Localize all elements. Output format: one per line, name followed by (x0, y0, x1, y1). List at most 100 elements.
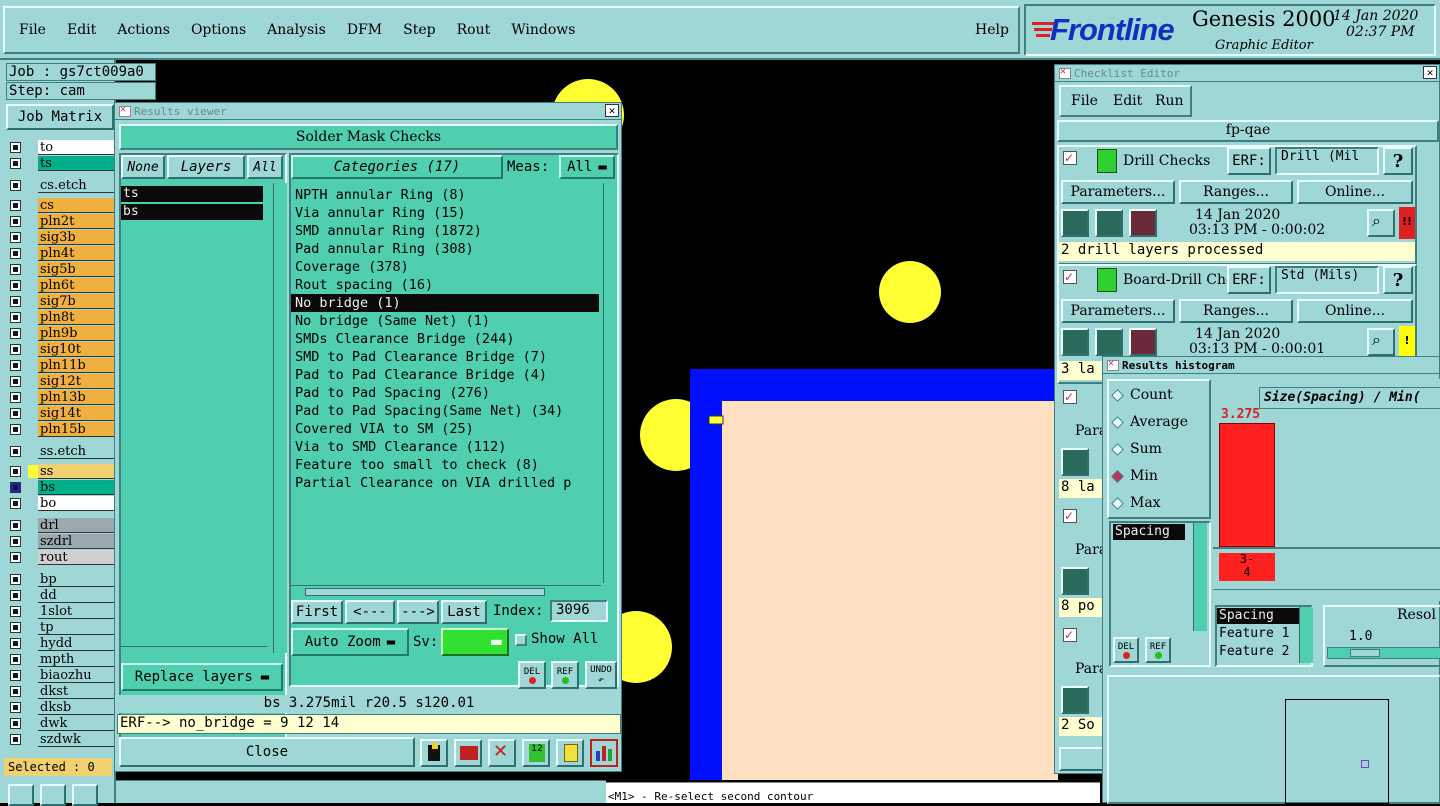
layer-checkbox[interactable] (10, 376, 21, 387)
ref-button[interactable]: REF (551, 661, 579, 689)
layer-name[interactable]: sig7b (38, 294, 114, 309)
category-item[interactable]: Via to SMD Clearance (112) (291, 438, 599, 456)
layer-checkbox[interactable] (10, 200, 21, 211)
layer-checkbox[interactable] (10, 344, 21, 355)
categories-scrollbar[interactable] (603, 183, 617, 583)
checklist-bottom-button[interactable] (1059, 747, 1107, 771)
histogram-hscrollbar[interactable] (1213, 589, 1440, 599)
layer-row[interactable]: dkst (4, 684, 114, 699)
layer-row[interactable]: dwk (4, 716, 114, 731)
category-item[interactable]: No bridge (Same Net) (1) (291, 312, 599, 330)
layer-row[interactable]: tp (4, 620, 114, 635)
mode-radio[interactable]: Sum (1111, 439, 1162, 459)
histogram-icon[interactable] (590, 739, 618, 767)
mode-radio[interactable]: Min (1111, 466, 1158, 486)
layer-name[interactable]: sig3b (38, 230, 114, 245)
measure-item[interactable]: Feature 2 (1217, 644, 1289, 659)
check-enabled-checkbox[interactable]: ✓ (1063, 390, 1077, 404)
layer-row[interactable]: biaozhu (4, 668, 114, 683)
layer-row[interactable]: ss (4, 464, 114, 479)
close-button[interactable]: Close (119, 737, 415, 767)
layer-name[interactable]: pln15b (38, 422, 114, 437)
layer-row[interactable]: pln13b (4, 390, 114, 405)
layer-checkbox[interactable] (10, 232, 21, 243)
layer-name[interactable]: sig12t (38, 374, 114, 389)
layer-checkbox[interactable] (10, 536, 21, 547)
help-button[interactable]: ? (1383, 147, 1413, 175)
help-button[interactable]: ? (1383, 266, 1413, 294)
ref-cross-icon[interactable]: ✕ (488, 739, 516, 767)
layer-row[interactable]: mpth (4, 652, 114, 667)
layers-scrollbar[interactable] (273, 183, 287, 653)
layer-name[interactable]: bs (38, 480, 114, 495)
layer-name[interactable]: dksb (38, 700, 114, 715)
run-selected-icon[interactable] (1095, 328, 1123, 356)
zoom-icon[interactable]: ⌕ (1367, 209, 1395, 237)
layer-checkbox[interactable] (10, 328, 21, 339)
run-icon[interactable] (1061, 209, 1089, 237)
layer-name[interactable]: dd (38, 588, 114, 603)
layer-name[interactable]: sig5b (38, 262, 114, 277)
layer-name[interactable]: to (38, 140, 114, 155)
layer-checkbox[interactable] (10, 248, 21, 259)
layer-name[interactable]: tp (38, 620, 114, 635)
layer-row[interactable]: pln2t (4, 214, 114, 229)
check-enabled-checkbox[interactable]: ✓ (1063, 270, 1077, 284)
category-item[interactable]: Feature too small to check (8) (291, 456, 599, 474)
layer-name[interactable]: mpth (38, 652, 114, 667)
layer-name[interactable]: pln2t (38, 214, 114, 229)
menu-dfm[interactable]: DFM (347, 22, 382, 38)
layer-row[interactable]: bs (4, 480, 114, 495)
window-menu-icon[interactable] (1059, 66, 1071, 79)
layer-name[interactable]: szdrl (38, 534, 114, 549)
report-icon[interactable] (556, 739, 584, 767)
layer-checkbox[interactable] (10, 264, 21, 275)
close-icon[interactable]: ✕ (605, 104, 619, 117)
layer-checkbox[interactable] (10, 606, 21, 617)
ranges-button[interactable]: Ranges... (1179, 180, 1293, 204)
layer-row[interactable]: bo (4, 496, 114, 511)
layer-name[interactable]: dkst (38, 684, 114, 699)
check-enabled-checkbox[interactable]: ✓ (1063, 151, 1077, 165)
run-abort-icon[interactable] (1129, 328, 1157, 356)
erf-value[interactable]: Std (Mils) (1275, 266, 1379, 294)
layer-row[interactable]: szdrl (4, 534, 114, 549)
layer-checkbox[interactable] (10, 670, 21, 681)
job-matrix-button[interactable]: Job Matrix (6, 104, 114, 130)
menu-analysis[interactable]: Analysis (267, 22, 326, 38)
layer-name[interactable]: 1slot (38, 604, 114, 619)
layer-name[interactable]: pln9b (38, 326, 114, 341)
layer-checkbox[interactable] (10, 360, 21, 371)
run-icon[interactable] (1061, 686, 1089, 714)
menu-step[interactable]: Step (403, 22, 435, 38)
ranges-button[interactable]: Ranges... (1179, 299, 1293, 323)
menu-windows[interactable]: Windows (511, 22, 575, 38)
measure-item[interactable]: Feature 1 (1217, 626, 1289, 641)
del-button[interactable]: DEL (518, 661, 546, 689)
layer-checkbox[interactable] (10, 408, 21, 419)
spacing-list-item[interactable]: Spacing (1113, 524, 1185, 540)
run-icon[interactable] (1061, 567, 1089, 595)
erf-value[interactable]: Drill (Mil (1275, 147, 1379, 175)
layer-row[interactable]: pln8t (4, 310, 114, 325)
menu-actions[interactable]: Actions (117, 22, 170, 38)
measure-item-selected[interactable]: Spacing (1217, 608, 1303, 624)
layer-item[interactable]: bs (121, 204, 263, 220)
layer-name[interactable]: pln8t (38, 310, 114, 325)
layers-button[interactable]: Layers (167, 155, 245, 179)
layer-name[interactable]: sig10t (38, 342, 114, 357)
check-enabled-checkbox[interactable]: ✓ (1063, 628, 1077, 642)
layer-checkbox[interactable] (10, 296, 21, 307)
window-menu-icon[interactable] (119, 104, 131, 117)
layer-checkbox[interactable] (10, 718, 21, 729)
layer-row[interactable]: sig12t (4, 374, 114, 389)
category-item[interactable]: Partial Clearance on VIA drilled p (291, 474, 599, 492)
layer-item[interactable]: ts (121, 186, 263, 202)
parameters-button[interactable]: Parameters... (1061, 299, 1175, 323)
layer-checkbox[interactable] (10, 446, 21, 457)
sv-color-select[interactable]: ▬ (441, 628, 509, 656)
next-button[interactable]: ---> (397, 600, 439, 624)
layer-row[interactable]: sig5b (4, 262, 114, 277)
layer-checkbox[interactable] (10, 552, 21, 563)
layer-name[interactable]: ss (38, 464, 114, 479)
